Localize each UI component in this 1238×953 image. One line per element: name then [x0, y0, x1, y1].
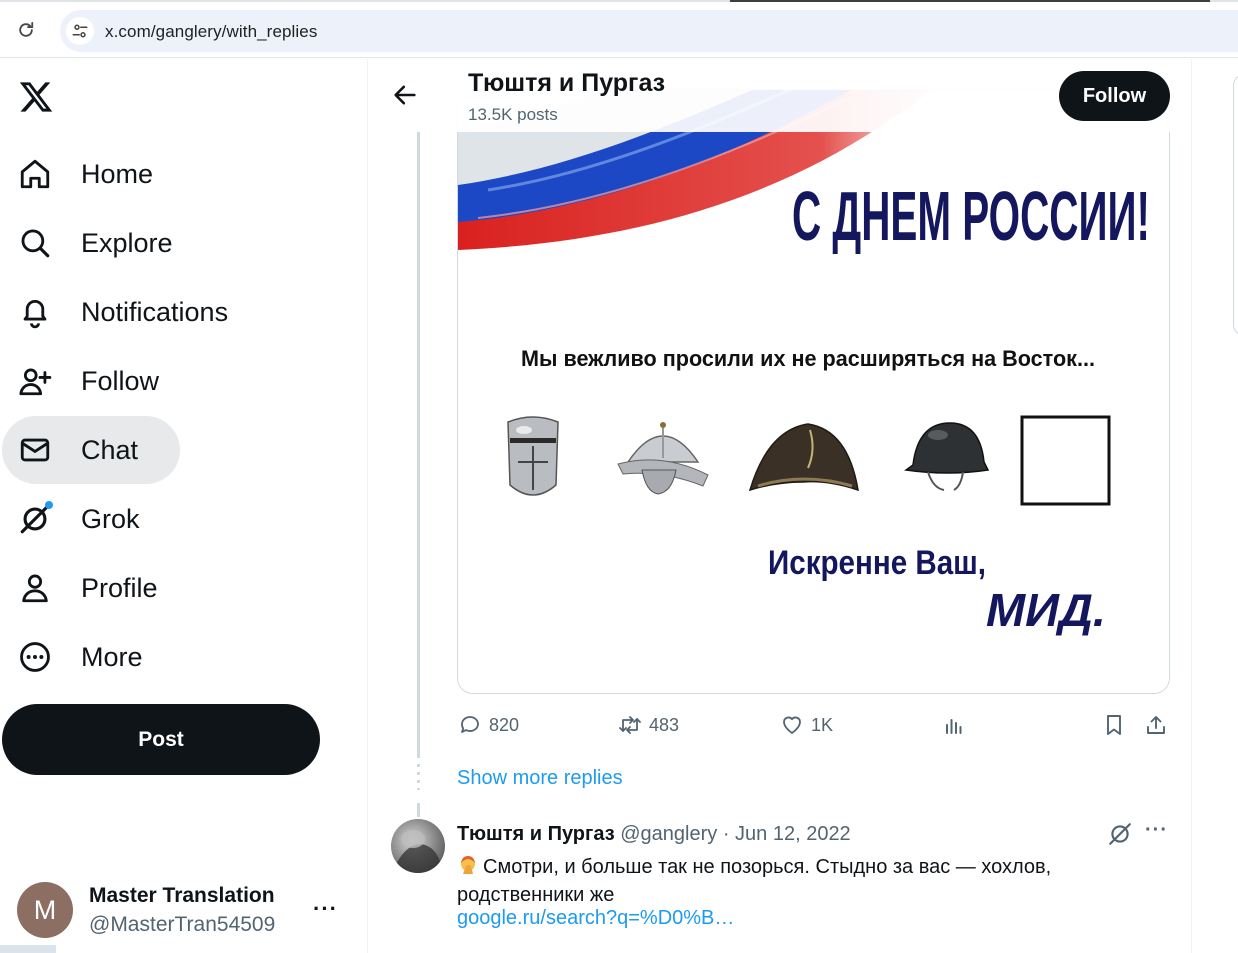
bookmark-icon	[1101, 712, 1127, 738]
bookmark-button[interactable]	[1101, 709, 1133, 741]
site-settings-icon[interactable]	[66, 17, 94, 45]
image-signoff: Искренне Ваш,	[768, 544, 986, 582]
facepalm-emoji-icon	[457, 854, 479, 876]
sidebar-item-label: Chat	[81, 434, 139, 465]
share-button[interactable]	[1143, 709, 1175, 741]
reply-body: Смотри, и больше так не позорься. Стыдно…	[457, 853, 1137, 909]
sidebar-item-more[interactable]: More	[2, 623, 161, 691]
repost-icon	[617, 712, 643, 738]
sidebar-item-label: Notifications	[81, 296, 229, 327]
show-more-replies-link[interactable]: Show more replies	[457, 767, 623, 790]
sidebar-item-label: Follow	[81, 365, 160, 396]
more-options-button[interactable]: ···	[1145, 819, 1168, 842]
thread-connector	[417, 132, 420, 758]
right-panel-edge	[1233, 75, 1238, 335]
tweet-image[interactable]: С ДНЕМ РОССИИ! Мы вежливо просили их не …	[457, 89, 1170, 694]
comment-icon	[457, 712, 483, 738]
sidebar-item-label: Home	[81, 158, 154, 189]
sidebar-item-chat[interactable]: Chat	[2, 416, 180, 484]
sidebar: Home Explore Notifications Follow Chat G…	[0, 59, 368, 953]
bell-icon	[16, 293, 54, 331]
account-switcher[interactable]: M Master Translation @MasterTran54509 ··…	[17, 882, 357, 942]
russia-day-card: С ДНЕМ РОССИИ! Мы вежливо просили их не …	[458, 90, 1169, 693]
search-icon	[16, 224, 54, 262]
profile-header: Тюштя и Пургаз 13.5K posts Follow	[369, 59, 1191, 132]
like-count: 1K	[811, 714, 834, 735]
account-name: Master Translation	[89, 884, 275, 907]
sidebar-item-label: Explore	[81, 227, 173, 258]
sidebar-item-notifications[interactable]: Notifications	[2, 278, 246, 346]
reply-tweet[interactable]: Тюштя и Пургаз @ganglery · Jun 12, 2022 …	[369, 811, 1191, 953]
analytics-icon	[941, 712, 967, 738]
reload-icon[interactable]	[14, 18, 38, 42]
reply-header: Тюштя и Пургаз @ganglery · Jun 12, 2022	[457, 823, 851, 846]
sidebar-item-home[interactable]: Home	[2, 140, 171, 208]
reply-meta[interactable]: @ganglery · Jun 12, 2022	[620, 823, 850, 845]
avatar[interactable]: M	[17, 882, 73, 938]
url-text[interactable]: x.com/ganglery/with_replies	[105, 22, 317, 42]
reply-count: 820	[489, 714, 520, 735]
page-title: Тюштя и Пургаз	[468, 69, 666, 97]
mail-icon	[16, 431, 54, 469]
grok-icon	[16, 500, 54, 538]
image-headline: С ДНЕМ РОССИИ!	[792, 177, 1150, 255]
sidebar-item-label: Grok	[81, 503, 140, 534]
thread-gap-dots	[417, 764, 420, 790]
browser-toolbar: x.com/ganglery/with_replies	[0, 2, 1238, 58]
window-edge	[0, 945, 56, 953]
repost-count: 483	[649, 714, 680, 735]
sidebar-item-label: Profile	[81, 572, 158, 603]
address-bar[interactable]: x.com/ganglery/with_replies	[60, 10, 1238, 52]
heart-icon	[779, 712, 805, 738]
image-text-line: Мы вежливо просили их не расширяться на …	[521, 346, 1095, 371]
follow-button[interactable]: Follow	[1059, 71, 1170, 121]
main-column: Тюштя и Пургаз 13.5K posts Follow С ДНЕМ…	[369, 59, 1192, 953]
person-icon	[16, 569, 54, 607]
avatar[interactable]	[391, 819, 445, 873]
image-signature: МИД.	[986, 584, 1106, 636]
sidebar-item-explore[interactable]: Explore	[2, 209, 191, 277]
home-icon	[16, 155, 54, 193]
sidebar-item-grok[interactable]: Grok	[2, 485, 158, 553]
reply-button[interactable]: 820	[457, 709, 519, 741]
back-arrow-icon[interactable]	[391, 81, 419, 109]
more-circle-icon	[16, 638, 54, 676]
sidebar-item-profile[interactable]: Profile	[2, 554, 176, 622]
share-icon	[1143, 712, 1169, 738]
reply-author-name[interactable]: Тюштя и Пургаз	[457, 823, 615, 845]
grok-badge	[45, 501, 53, 509]
views-button[interactable]	[941, 709, 973, 741]
reply-text: Смотри, и больше так не позорься. Стыдно…	[457, 856, 1052, 906]
sidebar-item-label: More	[81, 641, 143, 672]
repost-button[interactable]: 483	[617, 709, 679, 741]
account-more-button[interactable]: ···	[313, 896, 338, 922]
x-logo-icon[interactable]	[18, 79, 56, 117]
tweet-actions: 820 483 1K	[457, 709, 1172, 741]
account-handle: @MasterTran54509	[89, 913, 276, 936]
sidebar-item-follow[interactable]: Follow	[2, 347, 177, 415]
like-button[interactable]: 1K	[779, 709, 833, 741]
grok-icon[interactable]	[1107, 821, 1135, 849]
reply-link[interactable]: google.ru/search?q=%D0%B…	[457, 907, 734, 930]
person-plus-icon	[16, 362, 54, 400]
post-button[interactable]: Post	[2, 704, 320, 775]
post-count: 13.5K posts	[468, 105, 558, 124]
crusader-helmet-icon	[507, 416, 559, 496]
